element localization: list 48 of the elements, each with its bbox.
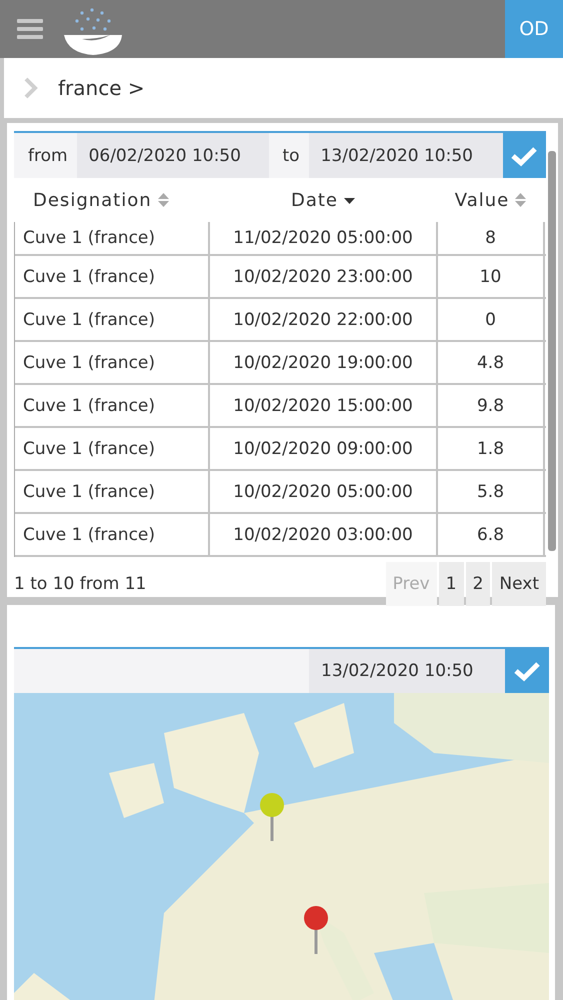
sort-icon[interactable] bbox=[515, 192, 526, 208]
table-cell: 0 bbox=[438, 299, 545, 340]
map-pin-icon[interactable] bbox=[259, 793, 285, 841]
table-cell: Cuve 1 (france) bbox=[15, 222, 210, 254]
table-cell: 10/02/2020 09:00:00 bbox=[210, 428, 438, 469]
table-cell: Cuve 1 (france) bbox=[15, 514, 210, 555]
table-cell: 5.8 bbox=[438, 471, 545, 512]
breadcrumb-link[interactable]: france > bbox=[58, 76, 145, 100]
table-cell: 6.8 bbox=[438, 514, 545, 555]
column-header[interactable]: Designation bbox=[33, 190, 152, 210]
map-pin-icon[interactable] bbox=[303, 906, 329, 954]
table-cell: 10/02/2020 15:00:00 bbox=[210, 385, 438, 426]
table-cell: Cuve 1 (france) bbox=[15, 471, 210, 512]
table-cell: Cuve 1 (france) bbox=[15, 299, 210, 340]
table-cell: 10/02/2020 03:00:00 bbox=[210, 514, 438, 555]
date-field[interactable]: 13/02/2020 10:50 bbox=[309, 649, 505, 693]
table-cell: Cuve 1 (france) bbox=[15, 256, 210, 297]
table-cell: 10/02/2020 19:00:00 bbox=[210, 342, 438, 383]
to-date-field[interactable]: 13/02/2020 10:50 bbox=[308, 133, 503, 178]
menu-icon[interactable] bbox=[17, 18, 43, 40]
from-date-field[interactable]: 06/02/2020 10:50 bbox=[76, 133, 269, 178]
confirm-button[interactable] bbox=[502, 133, 546, 178]
table-cell: 1.8 bbox=[438, 428, 545, 469]
table-cell: 10/02/2020 23:00:00 bbox=[210, 256, 438, 297]
chevron-icon bbox=[24, 77, 38, 99]
page-summary: 1 to 10 from 11 bbox=[14, 574, 148, 594]
to-label: to bbox=[282, 146, 301, 166]
table-cell: 8 bbox=[438, 222, 545, 254]
table-cell: 9.8 bbox=[438, 385, 545, 426]
sort-icon[interactable] bbox=[158, 192, 169, 208]
confirm-button[interactable] bbox=[505, 649, 549, 693]
table-cell: 10/02/2020 05:00:00 bbox=[210, 471, 438, 512]
table-cell: Cuve 1 (france) bbox=[15, 428, 210, 469]
column-header[interactable]: Date bbox=[290, 190, 338, 210]
checkmark-icon bbox=[513, 660, 541, 682]
table-cell: Cuve 1 (france) bbox=[15, 342, 210, 383]
scrollbar[interactable] bbox=[548, 151, 556, 551]
table-cell: 11/02/2020 05:00:00 bbox=[210, 222, 438, 254]
page-button[interactable]: 2 bbox=[466, 562, 490, 606]
column-header[interactable]: Value bbox=[454, 190, 510, 210]
from-label: from bbox=[27, 146, 69, 166]
checkmark-icon bbox=[510, 144, 538, 166]
table-cell: 10/02/2020 22:00:00 bbox=[210, 299, 438, 340]
page-button[interactable]: 1 bbox=[438, 562, 464, 606]
table-cell: Cuve 1 (france) bbox=[15, 385, 210, 426]
table-cell: 10 bbox=[438, 256, 545, 297]
page-button[interactable]: Next bbox=[492, 562, 546, 606]
table-cell: 4.8 bbox=[438, 342, 545, 383]
